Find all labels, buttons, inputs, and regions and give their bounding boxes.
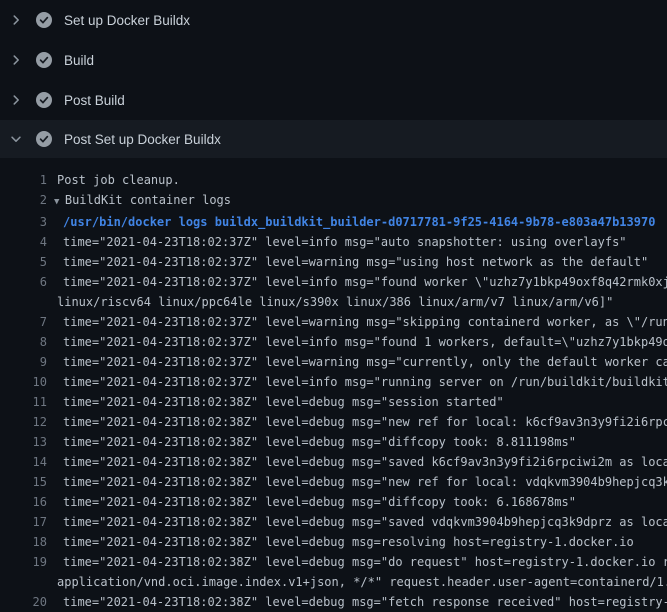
step-row-set-up-docker-buildx[interactable]: Set up Docker Buildx <box>0 0 667 40</box>
log-line: 1Post job cleanup. <box>0 170 667 190</box>
log-line-number[interactable]: 12 <box>0 412 47 432</box>
chevron-right-icon <box>8 52 24 68</box>
log-line-number[interactable]: 18 <box>0 532 47 552</box>
log-line-number[interactable]: 11 <box>0 392 47 412</box>
check-circle-icon <box>36 92 52 108</box>
log-line: 5time="2021-04-23T18:02:37Z" level=warni… <box>0 252 667 272</box>
log-line-number[interactable]: 2 <box>0 190 47 210</box>
log-line-number[interactable]: 8 <box>0 332 47 352</box>
log-line-text: time="2021-04-23T18:02:38Z" level=debug … <box>47 552 667 592</box>
log-line-text: time="2021-04-23T18:02:37Z" level=warnin… <box>47 352 667 372</box>
log-line-number[interactable]: 10 <box>0 372 47 392</box>
step-label: Set up Docker Buildx <box>64 13 190 28</box>
log-line-text: time="2021-04-23T18:02:38Z" level=debug … <box>47 512 667 532</box>
log-line: 7time="2021-04-23T18:02:37Z" level=warni… <box>0 312 667 332</box>
log-line-number[interactable]: 19 <box>0 552 47 572</box>
steps-list: Set up Docker Buildx Build Post Build Post … <box>0 0 667 158</box>
log-line-text: time="2021-04-23T18:02:38Z" level=debug … <box>47 432 667 452</box>
log-line: 2▼ BuildKit container logs <box>0 190 667 212</box>
group-title: BuildKit container logs <box>65 193 231 207</box>
log-line-text: time="2021-04-23T18:02:37Z" level=warnin… <box>47 312 667 332</box>
log-line-text: time="2021-04-23T18:02:37Z" level=warnin… <box>47 252 667 272</box>
log-line: 9time="2021-04-23T18:02:37Z" level=warni… <box>0 352 667 372</box>
log-line-text: time="2021-04-23T18:02:37Z" level=info m… <box>47 272 667 312</box>
log-line: 11time="2021-04-23T18:02:38Z" level=debu… <box>0 392 667 412</box>
log-line: 19time="2021-04-23T18:02:38Z" level=debu… <box>0 552 667 592</box>
log-line: 8time="2021-04-23T18:02:37Z" level=info … <box>0 332 667 352</box>
log-line: 12time="2021-04-23T18:02:38Z" level=debu… <box>0 412 667 432</box>
chevron-right-icon <box>8 92 24 108</box>
log-line-text: Post job cleanup. <box>47 170 667 190</box>
log-line-number[interactable]: 20 <box>0 592 47 612</box>
log-line: 13time="2021-04-23T18:02:38Z" level=debu… <box>0 432 667 452</box>
chevron-down-icon <box>8 131 24 147</box>
log-line: 20time="2021-04-23T18:02:38Z" level=debu… <box>0 592 667 612</box>
log-line-number[interactable]: 6 <box>0 272 47 292</box>
log-line-number[interactable]: 15 <box>0 472 47 492</box>
log-line-text: time="2021-04-23T18:02:37Z" level=info m… <box>47 232 667 252</box>
log-line-number[interactable]: 7 <box>0 312 47 332</box>
actions-log-viewer: Set up Docker Buildx Build Post Build Post … <box>0 0 667 612</box>
log-line-number[interactable]: 17 <box>0 512 47 532</box>
log-line: 16time="2021-04-23T18:02:38Z" level=debu… <box>0 492 667 512</box>
log-line-number[interactable]: 13 <box>0 432 47 452</box>
log-line-number[interactable]: 3 <box>0 212 47 232</box>
log-line-number[interactable]: 1 <box>0 170 47 190</box>
check-circle-icon <box>36 131 52 147</box>
step-row-post-set-up-docker-buildx[interactable]: Post Set up Docker Buildx <box>0 120 667 158</box>
log-line-number[interactable]: 16 <box>0 492 47 512</box>
group-toggle-icon[interactable]: ▼ <box>54 197 65 207</box>
log-lines: 1Post job cleanup.2▼ BuildKit container … <box>0 158 667 612</box>
log-line-number[interactable]: 4 <box>0 232 47 252</box>
log-line-text: time="2021-04-23T18:02:38Z" level=debug … <box>47 452 667 472</box>
step-label: Build <box>64 53 94 68</box>
log-line-number[interactable]: 9 <box>0 352 47 372</box>
log-line-text: time="2021-04-23T18:02:38Z" level=debug … <box>47 392 667 412</box>
log-line: 3/usr/bin/docker logs buildx_buildkit_bu… <box>0 212 667 232</box>
log-line: 14time="2021-04-23T18:02:38Z" level=debu… <box>0 452 667 472</box>
step-label: Post Build <box>64 93 125 108</box>
check-circle-icon <box>36 52 52 68</box>
step-row-build[interactable]: Build <box>0 40 667 80</box>
log-line-text: ▼ BuildKit container logs <box>47 190 667 212</box>
step-label: Post Set up Docker Buildx <box>64 132 221 147</box>
log-line-number[interactable]: 5 <box>0 252 47 272</box>
log-line: 6time="2021-04-23T18:02:37Z" level=info … <box>0 272 667 312</box>
log-line: 10time="2021-04-23T18:02:37Z" level=info… <box>0 372 667 392</box>
log-line-text: time="2021-04-23T18:02:38Z" level=debug … <box>47 412 667 432</box>
log-line-text: time="2021-04-23T18:02:37Z" level=info m… <box>47 372 667 392</box>
log-line-text: time="2021-04-23T18:02:37Z" level=info m… <box>47 332 667 352</box>
check-circle-icon <box>36 12 52 28</box>
log-line: 18time="2021-04-23T18:02:38Z" level=debu… <box>0 532 667 552</box>
log-line-text: time="2021-04-23T18:02:38Z" level=debug … <box>47 472 667 492</box>
step-row-post-build[interactable]: Post Build <box>0 80 667 120</box>
log-line-text: time="2021-04-23T18:02:38Z" level=debug … <box>47 492 667 512</box>
log-line: 17time="2021-04-23T18:02:38Z" level=debu… <box>0 512 667 532</box>
log-command-text: /usr/bin/docker logs buildx_buildkit_bui… <box>47 212 667 232</box>
log-line-text: time="2021-04-23T18:02:38Z" level=debug … <box>47 532 667 552</box>
log-line-number[interactable]: 14 <box>0 452 47 472</box>
log-line-text: time="2021-04-23T18:02:38Z" level=debug … <box>47 592 667 612</box>
log-line: 4time="2021-04-23T18:02:37Z" level=info … <box>0 232 667 252</box>
chevron-right-icon <box>8 12 24 28</box>
log-line: 15time="2021-04-23T18:02:38Z" level=debu… <box>0 472 667 492</box>
